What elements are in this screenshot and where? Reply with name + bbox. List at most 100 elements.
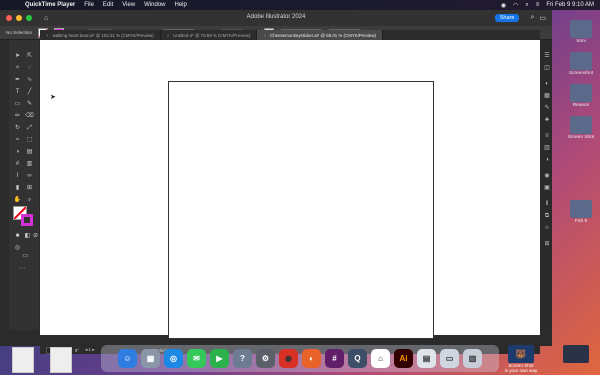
home-icon[interactable]: ⌂ [44,15,48,22]
close-tab-icon[interactable]: × [167,33,170,38]
brushes-panel-icon[interactable]: ✎ [543,104,551,112]
eraser-tool-icon[interactable]: ⌫ [25,112,34,120]
mesh-tool-icon[interactable]: # [13,160,22,168]
screen-shot-desktop-item[interactable]: 🐻 Screen Shot is your own way [502,345,540,373]
facetime-icon[interactable]: ▶ [210,349,229,368]
search-icon[interactable]: ⌕ [530,14,534,22]
desktop-file[interactable]: Reason [566,84,596,108]
free-transform-tool-icon[interactable]: ⬚ [25,136,34,144]
desktop-document-icon[interactable] [50,347,72,373]
properties-panel-icon[interactable]: ☰ [543,52,551,60]
symbols-panel-icon[interactable]: ♣ [543,116,551,124]
workspace-icon[interactable]: ▭ [539,14,546,22]
menu-file[interactable]: File [84,2,94,8]
graph-tool-icon[interactable]: ▮ [13,184,22,192]
graphic-styles-panel-icon[interactable]: ▣ [543,184,551,192]
pen-tool-icon[interactable]: ✒ [13,76,22,84]
artboard-navigator[interactable]: ◂ 1 ▸ [85,347,94,353]
menu-clock[interactable]: Fri Feb 9 9:10 AM [546,2,594,8]
trash-icon[interactable]: ▥ [463,349,482,368]
appearance-panel-icon[interactable]: ◉ [543,172,551,180]
artboard[interactable] [168,81,434,339]
line-tool-icon[interactable]: ╱ [25,88,34,96]
printer-icon[interactable]: ▤ [417,349,436,368]
help-icon[interactable]: ? [233,349,252,368]
swatches-panel-icon[interactable]: ▦ [543,92,551,100]
desktop-file[interactable]: Screen Shot [566,116,596,140]
edit-toolbar-icon[interactable]: ··· [19,265,26,272]
desktop-document-icon[interactable] [12,347,34,373]
safari-icon[interactable]: ◎ [164,349,183,368]
layers-panel-icon[interactable]: ◫ [543,64,551,72]
eyedropper-tool-icon[interactable]: ⌇ [13,172,22,180]
transform-panel-icon[interactable]: ⊹ [543,224,551,232]
minimize-window-button[interactable] [16,15,22,21]
slack-icon[interactable]: # [325,349,344,368]
rectangle-tool-icon[interactable]: ▭ [13,100,22,108]
zoom-window-button[interactable] [26,15,32,21]
tab-cheesemonkeysticker[interactable]: × Cheesemonkeysticker.ai* @ 59.01 % (CMYK… [257,30,383,40]
artboard-tool-icon[interactable]: ⊞ [25,184,34,192]
chrome-icon[interactable]: ◉ [279,349,298,368]
menu-window[interactable]: Window [144,2,165,8]
scale-tool-icon[interactable]: ⤢ [25,124,34,132]
lasso-tool-icon[interactable]: ◌ [25,64,34,72]
record-stop-icon[interactable]: ◉ [501,2,506,9]
close-tab-icon[interactable]: × [263,33,266,38]
launchpad-icon[interactable]: ▦ [141,349,160,368]
zoom-tool-icon[interactable]: ⌕ [25,196,34,204]
transparency-panel-icon[interactable]: ◑ [543,156,551,164]
settings-icon[interactable]: ⚙ [256,349,275,368]
color-panel-icon[interactable]: ◐ [543,80,551,88]
close-window-button[interactable] [6,15,12,21]
menu-view[interactable]: View [122,2,135,8]
share-button[interactable]: Share [494,14,520,22]
canvas-pasteboard[interactable] [40,40,540,339]
downloads-icon[interactable]: ▭ [440,349,459,368]
menu-app-name[interactable]: QuickTime Player [25,2,75,8]
desktop-file[interactable]: Feb 9 [566,200,596,224]
menu-edit[interactable]: Edit [103,2,113,8]
stroke-color-box[interactable] [21,214,33,226]
stroke-panel-icon[interactable]: ≡ [543,132,551,140]
gradient-panel-icon[interactable]: ▥ [543,144,551,152]
tab-walking-heart-bear[interactable]: × walking heart bear.ai* @ 102.31 % (CMYK… [40,30,161,40]
rotate-view-field[interactable]: 0° [75,348,79,353]
preview-icon[interactable]: ⌂ [371,349,390,368]
curvature-tool-icon[interactable]: ∿ [25,76,34,84]
color-mode-icon[interactable]: ■ [13,232,22,240]
wifi-icon[interactable]: ◠ [513,2,518,9]
rotate-tool-icon[interactable]: ↻ [13,124,22,132]
none-mode-icon[interactable]: ⊘ [31,232,40,240]
close-tab-icon[interactable]: × [46,33,49,38]
control-center-icon[interactable]: ≡ [536,2,540,8]
gradient-tool-icon[interactable]: ▥ [25,160,34,168]
paintbrush-tool-icon[interactable]: ✎ [25,100,34,108]
artboards-panel-icon[interactable]: ⊞ [543,240,551,248]
magic-wand-tool-icon[interactable]: ✧ [13,64,22,72]
pathfinder-panel-icon[interactable]: ⧉ [543,212,551,220]
desktop-image-thumbnail[interactable] [563,345,589,363]
desktop-file[interactable]: Screenshot [566,52,596,76]
type-tool-icon[interactable]: T [13,88,22,96]
shape-builder-tool-icon[interactable]: ◑ [13,148,22,156]
perspective-grid-tool-icon[interactable]: ▤ [25,148,34,156]
direct-selection-tool-icon[interactable]: ⇱ [25,52,34,60]
selection-tool-icon[interactable]: ➤ [13,52,22,60]
align-panel-icon[interactable]: ⫴ [543,200,551,208]
messages-icon[interactable]: ✉ [187,349,206,368]
search-icon[interactable]: ⌕ [525,2,528,9]
capture-icon[interactable]: ◐ [302,349,321,368]
pencil-tool-icon[interactable]: ✏ [13,112,22,120]
screen-mode-icon[interactable]: ▭ [21,252,30,260]
tab-untitled-4[interactable]: × Untitled-4* @ 70.59 % (CMYK/Preview) [161,30,258,40]
menu-help[interactable]: Help [175,2,187,8]
draw-mode-icon[interactable]: ◎ [13,244,22,252]
warp-tool-icon[interactable]: ≈ [13,136,22,144]
fill-stroke-widget[interactable] [13,206,35,228]
quicktime-icon[interactable]: Q [348,349,367,368]
desktop-file[interactable]: Soni [566,20,596,44]
hand-tool-icon[interactable]: ✋ [13,196,22,204]
illustrator-icon[interactable]: Ai [394,349,413,368]
blend-tool-icon[interactable]: ∞ [25,172,34,180]
